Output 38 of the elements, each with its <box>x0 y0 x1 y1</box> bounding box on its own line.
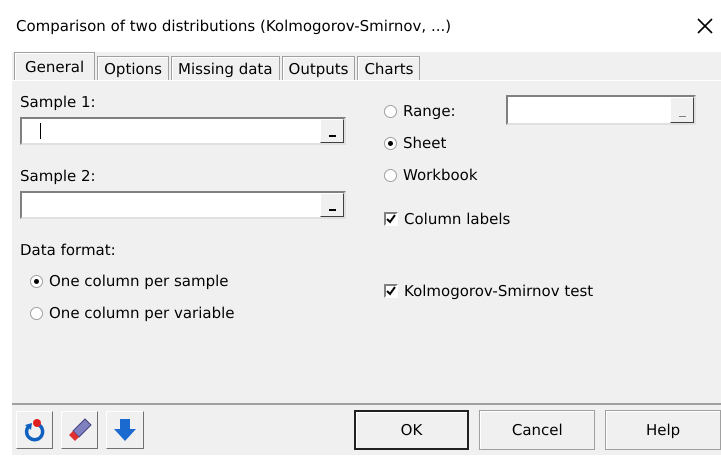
dialog-button[interactable]: OK <box>354 410 470 450</box>
tab[interactable]: Options <box>97 56 170 80</box>
radio-label: One column per variable <box>49 304 234 322</box>
tab[interactable]: Outputs <box>282 56 356 80</box>
checkbox[interactable] <box>384 284 398 298</box>
range-field[interactable] <box>506 95 696 125</box>
close-icon[interactable] <box>695 16 715 36</box>
input-field[interactable] <box>20 117 346 145</box>
checkbox-label: Column labels <box>404 210 510 228</box>
tab[interactable]: Missing data <box>171 56 280 80</box>
group-label: Data format: <box>20 241 117 259</box>
radio-label: Range: <box>403 102 456 120</box>
input-field[interactable] <box>20 191 346 219</box>
radio-label: Sheet <box>403 134 446 152</box>
radio-button[interactable] <box>384 104 397 118</box>
field-label: Sample 2: <box>20 167 97 185</box>
eraser-button[interactable] <box>61 411 98 449</box>
dialog-button[interactable]: Cancel <box>479 410 596 450</box>
checkbox[interactable] <box>384 212 398 226</box>
radio-label: Workbook <box>403 166 478 184</box>
radio-button[interactable] <box>30 306 43 320</box>
radio-button[interactable] <box>30 274 43 288</box>
radio-button[interactable] <box>384 136 397 150</box>
browse-button[interactable] <box>320 119 344 143</box>
down-arrow-icon <box>112 417 138 443</box>
checkbox-label: Kolmogorov-Smirnov test <box>404 282 594 300</box>
browse-button[interactable] <box>670 97 694 123</box>
tab[interactable]: Charts <box>357 56 420 80</box>
eraser-icon <box>66 417 93 443</box>
dialog-button[interactable]: Help <box>605 410 721 450</box>
browse-button[interactable] <box>320 193 344 217</box>
radio-label: One column per sample <box>49 272 229 290</box>
reset-button[interactable] <box>16 411 54 449</box>
field-label: Sample 1: <box>20 93 97 111</box>
radio-button[interactable] <box>384 168 397 182</box>
window-title: Comparison of two distributions (Kolmogorov-Smirnov, ...) <box>16 17 452 35</box>
down-arrow-button[interactable] <box>106 411 144 449</box>
tab[interactable]: General <box>14 52 96 80</box>
